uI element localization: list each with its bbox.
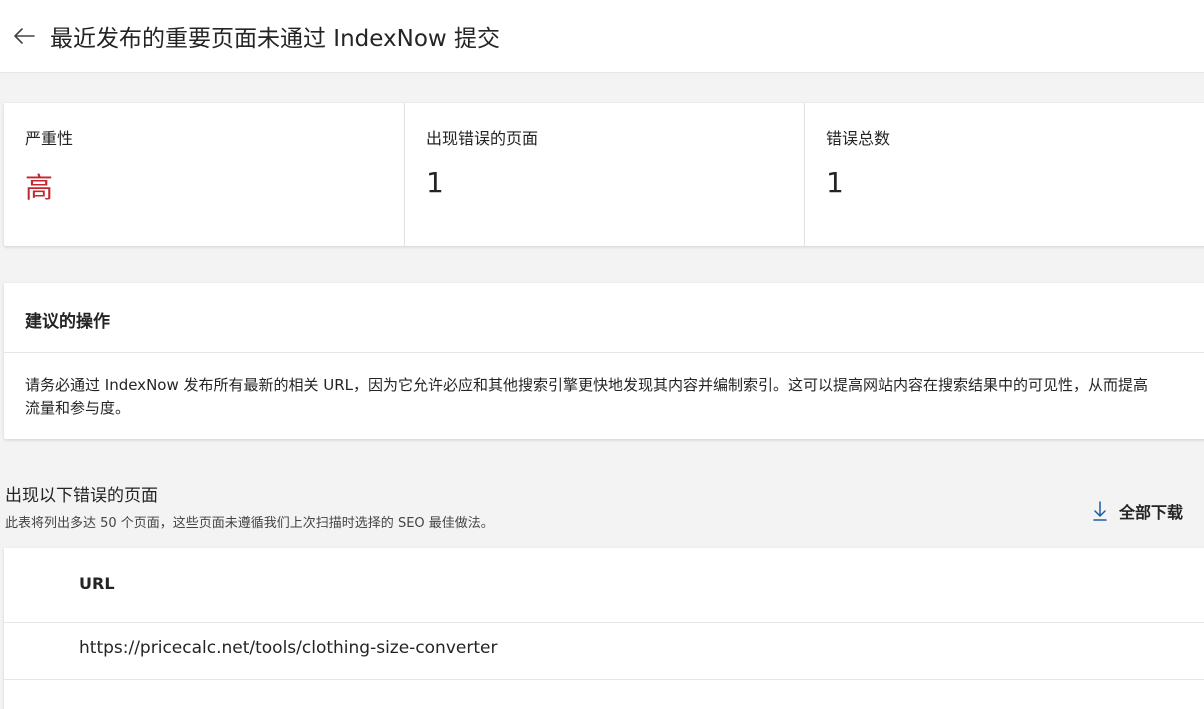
metric-value: 1 <box>426 166 444 199</box>
metric-severity: 严重性 高 <box>4 103 404 246</box>
pages-section-header: 出现以下错误的页面 此表将列出多达 50 个页面，这些页面未遵循我们上次扫描时选… <box>5 481 1200 533</box>
column-header-url[interactable]: URL <box>79 574 115 593</box>
metrics-card: 严重性 高 出现错误的页面 1 错误总数 1 <box>4 103 1204 246</box>
metric-label: 错误总数 <box>826 129 891 148</box>
page-title: 最近发布的重要页面未通过 IndexNow 提交 <box>50 26 501 52</box>
pages-section-subtitle: 此表将列出多达 50 个页面，这些页面未遵循我们上次扫描时选择的 SEO 最佳做… <box>5 516 494 531</box>
download-icon <box>1093 501 1107 521</box>
page-header: 最近发布的重要页面未通过 IndexNow 提交 <box>0 0 1204 73</box>
metric-value: 高 <box>25 171 54 204</box>
download-all-label: 全部下载 <box>1118 503 1183 522</box>
metric-pages-with-errors: 出现错误的页面 1 <box>404 103 804 246</box>
error-pages-table: URL https://pricecalc.net/tools/clothing… <box>4 548 1204 709</box>
metric-value: 1 <box>826 166 844 199</box>
table-row[interactable]: https://pricecalc.net/tools/clothing-siz… <box>4 623 1204 680</box>
pages-section-title: 出现以下错误的页面 <box>5 486 158 506</box>
recommended-action-card: 建议的操作 请务必通过 IndexNow 发布所有最新的相关 URL，因为它允许… <box>4 283 1204 439</box>
download-all-button[interactable]: 全部下载 <box>1093 498 1183 524</box>
url-cell[interactable]: https://pricecalc.net/tools/clothing-siz… <box>79 638 497 658</box>
recommended-action-title: 建议的操作 <box>4 283 1204 353</box>
metric-total-errors: 错误总数 1 <box>804 103 1204 246</box>
metric-label: 出现错误的页面 <box>426 129 539 148</box>
table-header-row: URL <box>4 548 1204 623</box>
back-button[interactable] <box>12 24 36 48</box>
arrow-left-icon <box>14 28 35 44</box>
metric-label: 严重性 <box>25 129 74 148</box>
recommended-action-body: 请务必通过 IndexNow 发布所有最新的相关 URL，因为它允许必应和其他搜… <box>25 376 1149 417</box>
